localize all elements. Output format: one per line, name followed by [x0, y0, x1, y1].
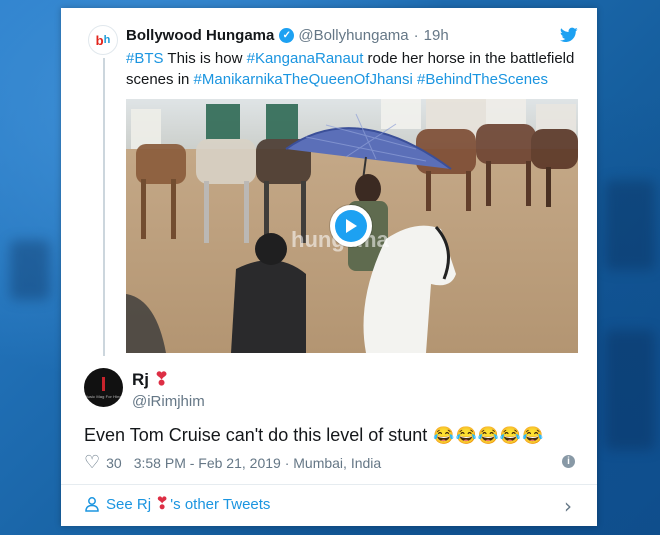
reply-author-handle[interactable]: @iRimjhim	[132, 393, 205, 410]
background-shape	[605, 180, 655, 270]
divider	[61, 484, 597, 485]
text-segment[interactable]: #BehindTheScenes	[417, 71, 548, 88]
reply-text-body: Even Tom Cruise can't do this level of s…	[84, 425, 428, 445]
heart-exclamation-emoji: ❣	[155, 494, 170, 513]
quoted-avatar[interactable]: bh	[88, 25, 118, 55]
chevron-right-icon[interactable]: ›	[564, 494, 572, 518]
laughing-emoji: 😂	[455, 426, 477, 445]
thread-line	[103, 58, 105, 356]
reply-author-name: Rj	[132, 369, 149, 389]
see-other-prefix: See Rj	[106, 495, 152, 513]
reply-text: Even Tom Cruise can't do this level of s…	[84, 425, 543, 446]
avatar-letter: h	[103, 34, 111, 46]
reply-avatar[interactable]: Music Mag For Hindi	[84, 368, 123, 407]
background-shape	[10, 240, 50, 300]
verified-badge-icon: ✓	[279, 28, 295, 43]
avatar-caption: Music Mag For Hindi	[84, 394, 123, 399]
text-segment[interactable]: #ManikarnikaTheQueenOfJhansi	[194, 71, 413, 88]
laughing-emoji: 😂	[433, 426, 455, 445]
background-shape	[605, 330, 655, 450]
quoted-author-handle[interactable]: @Bollyhungama	[298, 27, 408, 44]
laughing-emoji: 😂	[521, 426, 544, 445]
reply-timestamp[interactable]: 3:58 PM - Feb 21, 2019 · Mumbai, India	[134, 455, 381, 471]
like-count[interactable]: 30	[106, 455, 122, 471]
avatar-letter: b	[95, 32, 104, 48]
heart-outline-icon[interactable]: ♡	[84, 452, 100, 473]
heart-exclamation-emoji: ❣	[154, 369, 170, 389]
laughing-emoji: 😂	[477, 426, 499, 445]
person-icon	[85, 497, 99, 512]
info-icon[interactable]: i	[562, 455, 575, 468]
quoted-tweet-time[interactable]: 19h	[424, 27, 449, 44]
text-segment[interactable]: #KanganaRanaut	[247, 50, 364, 67]
avatar-mark	[102, 377, 105, 391]
laughing-emoji: 😂	[499, 426, 521, 445]
play-icon	[335, 210, 367, 242]
text-segment[interactable]: #BTS	[126, 50, 164, 67]
quoted-author-name[interactable]: Bollywood Hungama	[126, 27, 274, 44]
see-other-tweets-link[interactable]: See Rj ❣ 's other Tweets	[84, 494, 270, 514]
twitter-bird-icon[interactable]	[560, 27, 578, 43]
quoted-tweet-text: #BTS This is how #KanganaRanaut rode her…	[126, 48, 576, 90]
quoted-tweet-header: Bollywood Hungama ✓ @Bollyhungama · 19h	[126, 27, 449, 44]
see-other-suffix: 's other Tweets	[170, 495, 271, 513]
play-button[interactable]	[330, 205, 372, 247]
reply-meta: ♡ 30 3:58 PM - Feb 21, 2019 · Mumbai, In…	[84, 452, 381, 473]
separator-dot: ·	[413, 27, 419, 44]
reply-author[interactable]: Rj ❣	[132, 369, 169, 390]
text-segment: This is how	[163, 50, 247, 67]
